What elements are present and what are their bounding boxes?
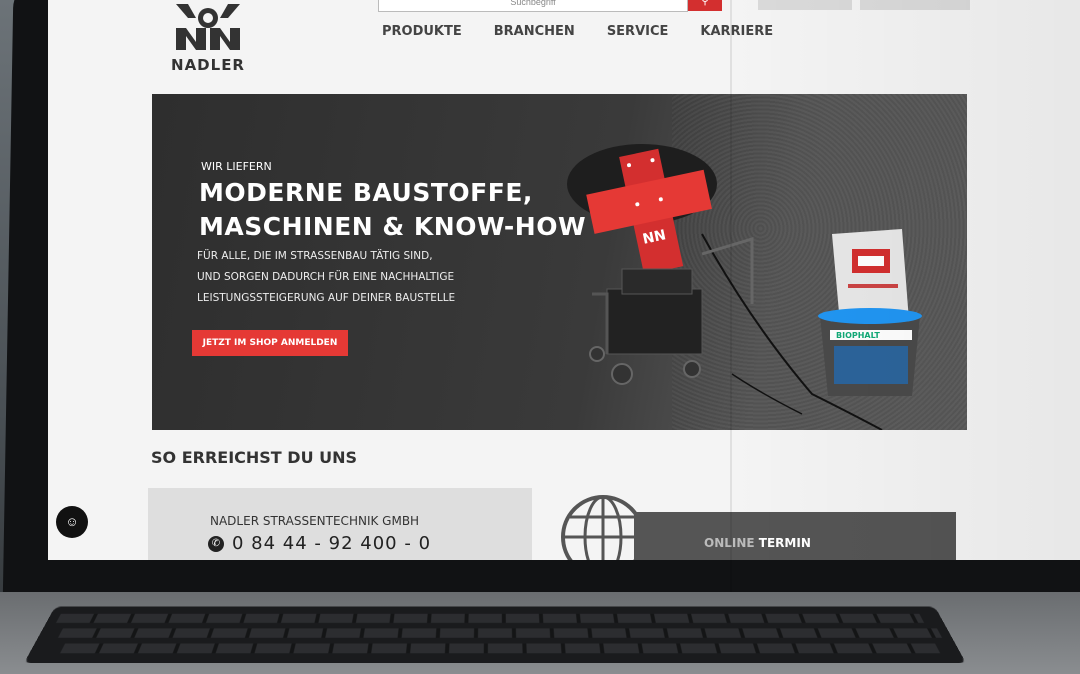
hero-product-image: NN BIOPHALT xyxy=(567,144,922,430)
top-action-button-2[interactable] xyxy=(860,0,970,10)
phone-icon: ✆ xyxy=(208,536,224,552)
nav-item-branchen[interactable]: BRANCHEN xyxy=(494,24,575,39)
image-fold-line xyxy=(730,0,732,674)
search-button[interactable]: ⚲ xyxy=(688,0,722,11)
key-row xyxy=(56,613,925,623)
shop-signup-button[interactable]: JETZT IM SHOP ANMELDEN xyxy=(192,330,348,356)
hero-banner: WIR LIEFERN MODERNE BAUSTOFFE, MASCHINEN… xyxy=(152,94,967,430)
biophalt-bucket-icon: BIOPHALT xyxy=(818,308,922,396)
hero-headline-line2: MASCHINEN & KNOW-HOW xyxy=(199,212,587,241)
nadler-logo[interactable]: NADLER xyxy=(170,0,246,78)
search-input[interactable]: Suchbegriff xyxy=(378,0,688,12)
top-action-button-1[interactable] xyxy=(758,0,852,10)
key-row xyxy=(58,628,943,638)
online-appointment-panel[interactable]: ONLINE TERMIN xyxy=(634,512,956,560)
nadler-logo-mark-icon xyxy=(172,0,244,54)
nav-item-service[interactable]: SERVICE xyxy=(607,24,669,39)
hero-subline: FÜR ALLE, DIE IM STRASSENBAU TÄTIG SIND,… xyxy=(197,246,455,309)
hero-headline: MODERNE BAUSTOFFE, MASCHINEN & KNOW-HOW xyxy=(199,176,586,244)
contact-card: NADLER STRASSENTECHNIK GMBH ✆ 0 84 44 - … xyxy=(148,488,532,560)
main-nav: PRODUKTE BRANCHEN SERVICE KARRIERE xyxy=(382,24,773,39)
hero-headline-line1: MODERNE BAUSTOFFE, xyxy=(199,178,533,207)
nav-item-karriere[interactable]: KARRIERE xyxy=(700,24,773,39)
search-icon: ⚲ xyxy=(700,0,710,7)
online-appointment-label: ONLINE TERMIN xyxy=(704,536,811,550)
contact-section-title: SO ERREICHST DU UNS xyxy=(151,448,358,467)
nav-item-produkte[interactable]: PRODUKTE xyxy=(382,24,462,39)
laptop-keyboard xyxy=(23,606,967,664)
phone-number[interactable]: 0 84 44 - 92 400 - 0 xyxy=(232,533,431,554)
chat-bubble-icon[interactable]: ☺ xyxy=(56,506,88,538)
hero-sub-line1: FÜR ALLE, DIE IM STRASSENBAU TÄTIG SIND, xyxy=(197,250,433,262)
company-name: NADLER STRASSENTECHNIK GMBH xyxy=(210,514,420,528)
brand-name: NADLER xyxy=(171,56,245,74)
bucket-label: BIOPHALT xyxy=(836,331,880,340)
hero-kicker: WIR LIEFERN xyxy=(201,160,272,173)
online-label-main: TERMIN xyxy=(758,536,811,550)
hero-sub-line2: UND SORGEN DADURCH FÜR EINE NACHHALTIGE xyxy=(197,271,455,283)
key-row xyxy=(60,643,941,654)
hero-sub-line3: LEISTUNGSSTEIGERUNG AUF DEINER BAUSTELLE xyxy=(197,292,456,304)
laptop-screen: NADLER Suchbegriff ⚲ PRODUKTE BRANCHEN S… xyxy=(48,0,1080,560)
